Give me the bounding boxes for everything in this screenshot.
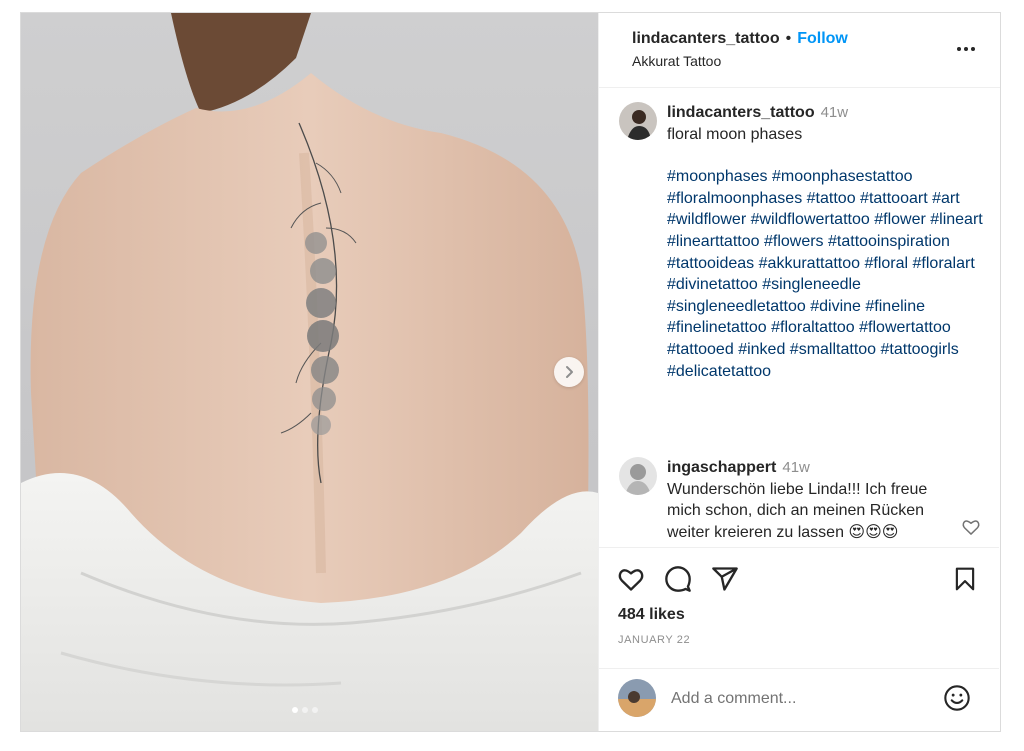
- caption-time[interactable]: 41w: [821, 104, 849, 121]
- location-link[interactable]: Akkurat Tattoo: [632, 53, 1000, 69]
- hashtag-link[interactable]: #moonphases: [667, 168, 768, 185]
- share-button[interactable]: [710, 564, 740, 594]
- comment-text: Wunderschön liebe Linda!!! Ich freue mic…: [667, 480, 928, 541]
- carousel-dot: [312, 707, 318, 713]
- share-icon: [712, 567, 738, 591]
- hashtag-link[interactable]: #flower: [874, 211, 926, 228]
- heart-icon: [618, 569, 644, 591]
- hashtag-link[interactable]: #singleneedletattoo: [667, 298, 806, 315]
- more-icon: [957, 47, 975, 51]
- comment-button[interactable]: [663, 564, 693, 594]
- heart-icon: [962, 520, 980, 535]
- hashtag-link[interactable]: #delicatetattoo: [667, 363, 771, 380]
- post-actions: 484 likes JANUARY 22: [599, 547, 999, 667]
- header-username[interactable]: lindacanters_tattoo: [632, 30, 780, 48]
- hashtag-link[interactable]: #lineart: [930, 211, 982, 228]
- hashtag-link[interactable]: #tattooed: [667, 341, 734, 358]
- post-date[interactable]: JANUARY 22: [618, 634, 690, 646]
- hashtag-link[interactable]: #art: [932, 190, 960, 207]
- comments-list[interactable]: lindacanters_tattoo 41w floral moon phase…: [599, 89, 999, 547]
- more-options-button[interactable]: [954, 37, 978, 61]
- emoji-icon: [944, 685, 970, 711]
- hashtag-link[interactable]: #divine: [810, 298, 861, 315]
- comment-icon: [665, 566, 691, 592]
- hashtag-link[interactable]: #tattooinspiration: [828, 233, 950, 250]
- comment-input[interactable]: [671, 687, 931, 711]
- comment-like-button[interactable]: [961, 517, 981, 537]
- caption-username[interactable]: lindacanters_tattoo: [667, 104, 815, 121]
- caption-hashtags: #moonphases #moonphasestattoo #floralmoo…: [667, 166, 983, 382]
- hashtag-link[interactable]: #floralart: [913, 255, 975, 272]
- hashtag-link[interactable]: #tattoo: [807, 190, 856, 207]
- tattoo-back-image: [21, 13, 598, 731]
- hashtag-link[interactable]: #singleneedle: [762, 276, 861, 293]
- caption-text: floral moon phases: [667, 125, 803, 143]
- hashtag-link[interactable]: #floraltattoo: [771, 319, 855, 336]
- carousel-next-button[interactable]: [554, 357, 584, 387]
- follow-button[interactable]: Follow: [797, 30, 848, 48]
- hashtag-link[interactable]: #divinetattoo: [667, 276, 758, 293]
- comment-username[interactable]: ingaschappert: [667, 459, 776, 476]
- carousel-dot: [292, 707, 298, 713]
- viewer-avatar[interactable]: [618, 679, 656, 717]
- post-photo[interactable]: [21, 13, 598, 731]
- commenter-avatar[interactable]: [619, 457, 657, 495]
- hashtag-link[interactable]: #tattooart: [860, 190, 928, 207]
- post-details-panel: lindacanters_tattoo • Follow Akkurat Tat…: [598, 13, 1000, 731]
- hashtag-link[interactable]: #wildflower: [667, 211, 746, 228]
- hashtag-link[interactable]: #floral: [865, 255, 909, 272]
- hashtag-link[interactable]: #flowers: [764, 233, 824, 250]
- save-button[interactable]: [950, 564, 980, 594]
- hashtag-link[interactable]: #wildflowertattoo: [751, 211, 870, 228]
- hashtag-link[interactable]: #tattoogirls: [881, 341, 959, 358]
- like-button[interactable]: [616, 564, 646, 594]
- hashtag-link[interactable]: #linearttattoo: [667, 233, 760, 250]
- bookmark-icon: [955, 567, 975, 591]
- hashtag-link[interactable]: #akkurattattoo: [759, 255, 860, 272]
- hashtag-link[interactable]: #moonphasestattoo: [772, 168, 913, 185]
- chevron-right-icon: [566, 366, 573, 378]
- comment-time[interactable]: 41w: [782, 459, 810, 476]
- hashtag-link[interactable]: #floralmoonphases: [667, 190, 802, 207]
- carousel-indicator: [292, 707, 318, 713]
- carousel-dot: [302, 707, 308, 713]
- hashtag-link[interactable]: #tattooideas: [667, 255, 754, 272]
- hashtag-link[interactable]: #flowertattoo: [859, 319, 951, 336]
- comment-composer: [599, 668, 999, 731]
- comment-item: ingaschappert 41w Wunderschön liebe Linda…: [619, 457, 957, 543]
- post-container: lindacanters_tattoo • Follow Akkurat Tat…: [20, 12, 1001, 732]
- caption: lindacanters_tattoo 41w floral moon phase…: [619, 102, 983, 382]
- hashtag-link[interactable]: #fineline: [865, 298, 925, 315]
- post-header: lindacanters_tattoo • Follow Akkurat Tat…: [599, 13, 1000, 88]
- hashtag-link[interactable]: #finelinetattoo: [667, 319, 767, 336]
- header-separator: •: [785, 30, 792, 47]
- likes-count[interactable]: 484 likes: [618, 606, 685, 624]
- hashtag-link[interactable]: #inked: [738, 341, 785, 358]
- hashtag-link[interactable]: #smalltattoo: [790, 341, 876, 358]
- emoji-button[interactable]: [942, 683, 972, 713]
- author-avatar[interactable]: [619, 102, 657, 140]
